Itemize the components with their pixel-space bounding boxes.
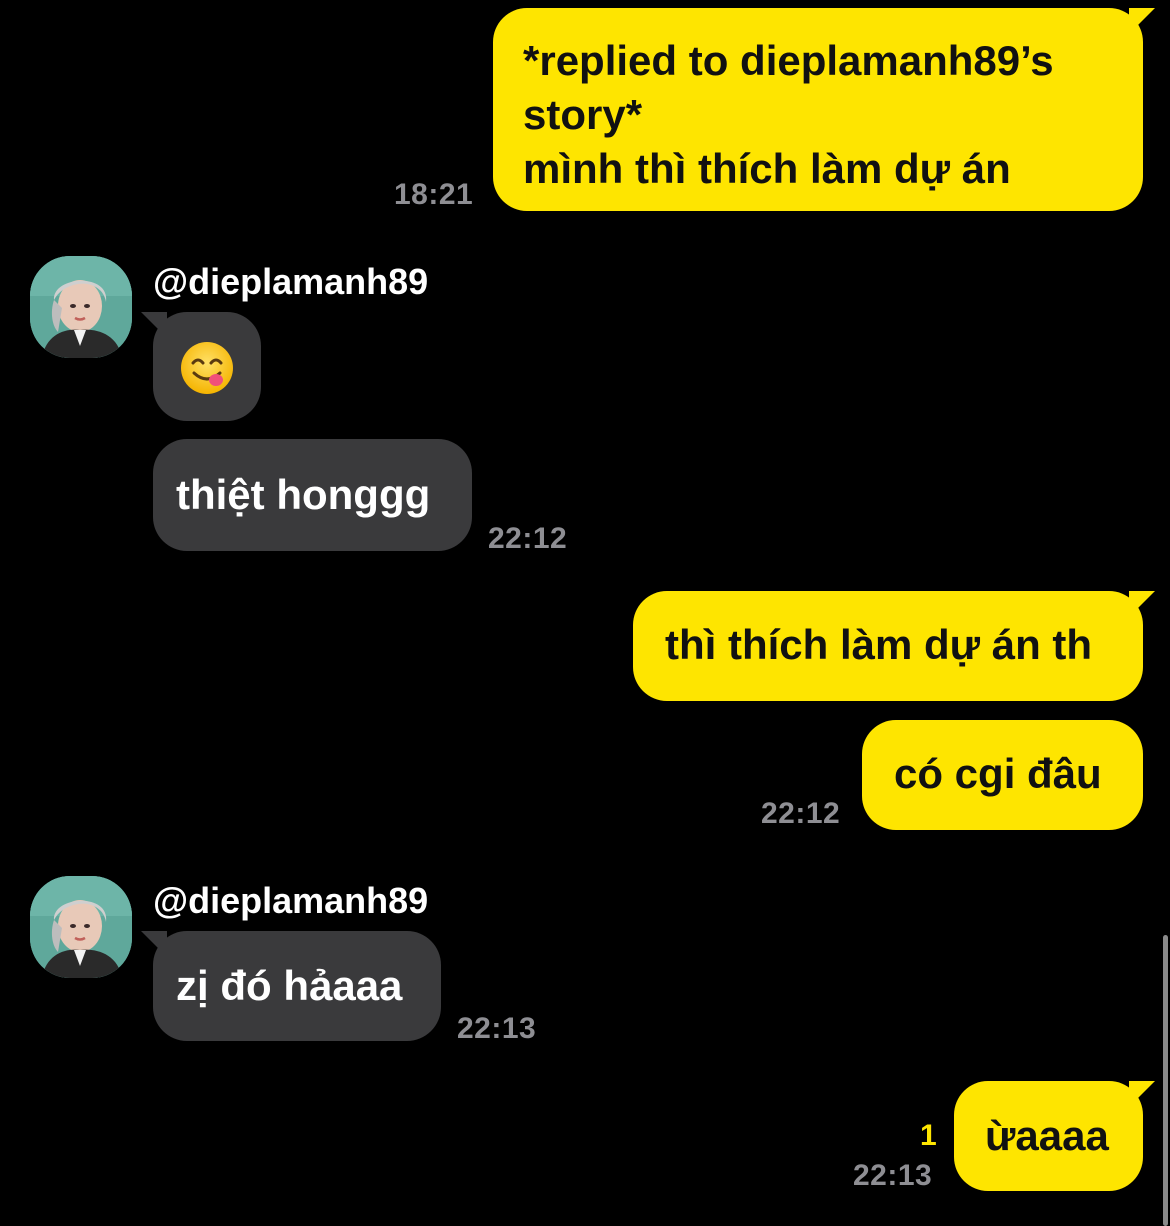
- message-text: zị đó hảaaa: [176, 962, 403, 1009]
- incoming-message-bubble[interactable]: zị đó hảaaa: [141, 931, 441, 1041]
- bubble-tail: [141, 312, 167, 338]
- message-text: thì thích làm dự án th: [665, 621, 1093, 668]
- message-text: ừaaaa: [985, 1112, 1109, 1159]
- bubble-tail: [1129, 591, 1155, 617]
- message-text: có cgi đâu: [894, 750, 1102, 797]
- sender-username[interactable]: @dieplamanh89: [153, 880, 428, 922]
- message-timestamp: 18:21: [394, 178, 474, 211]
- message-text: thiệt honggg: [176, 471, 431, 518]
- message-line: story*: [523, 91, 643, 138]
- avatar-photo: [30, 876, 132, 978]
- message-line: mình thì thích làm dự án: [523, 145, 1011, 192]
- message-timestamp: 22:12: [761, 797, 841, 830]
- message-timestamp: 22:12: [488, 522, 568, 555]
- unread-count: 1: [920, 1119, 937, 1152]
- avatar-photo: [30, 256, 132, 358]
- incoming-message-bubble[interactable]: thiệt honggg: [153, 439, 472, 551]
- bubble-tail: [1129, 8, 1155, 34]
- message-timestamp: 22:13: [457, 1012, 537, 1045]
- bubble-tail: [1129, 1081, 1155, 1107]
- yum-face-icon: [181, 342, 233, 394]
- sender-avatar[interactable]: [30, 876, 132, 978]
- message-line: *replied to dieplamanh89’s: [523, 37, 1054, 84]
- outgoing-message-bubble[interactable]: *replied to dieplamanh89’s story* mình t…: [493, 8, 1155, 211]
- incoming-message-bubble[interactable]: [141, 312, 261, 421]
- message-timestamp: 22:13: [853, 1159, 933, 1192]
- sender-avatar[interactable]: [30, 256, 132, 358]
- sender-username[interactable]: @dieplamanh89: [153, 261, 428, 303]
- scrollbar[interactable]: [1163, 935, 1168, 1226]
- outgoing-message-bubble[interactable]: có cgi đâu: [862, 720, 1143, 830]
- bubble-tail: [141, 931, 167, 957]
- outgoing-message-bubble[interactable]: ừaaaa: [954, 1081, 1155, 1191]
- outgoing-message-bubble[interactable]: thì thích làm dự án th: [633, 591, 1155, 701]
